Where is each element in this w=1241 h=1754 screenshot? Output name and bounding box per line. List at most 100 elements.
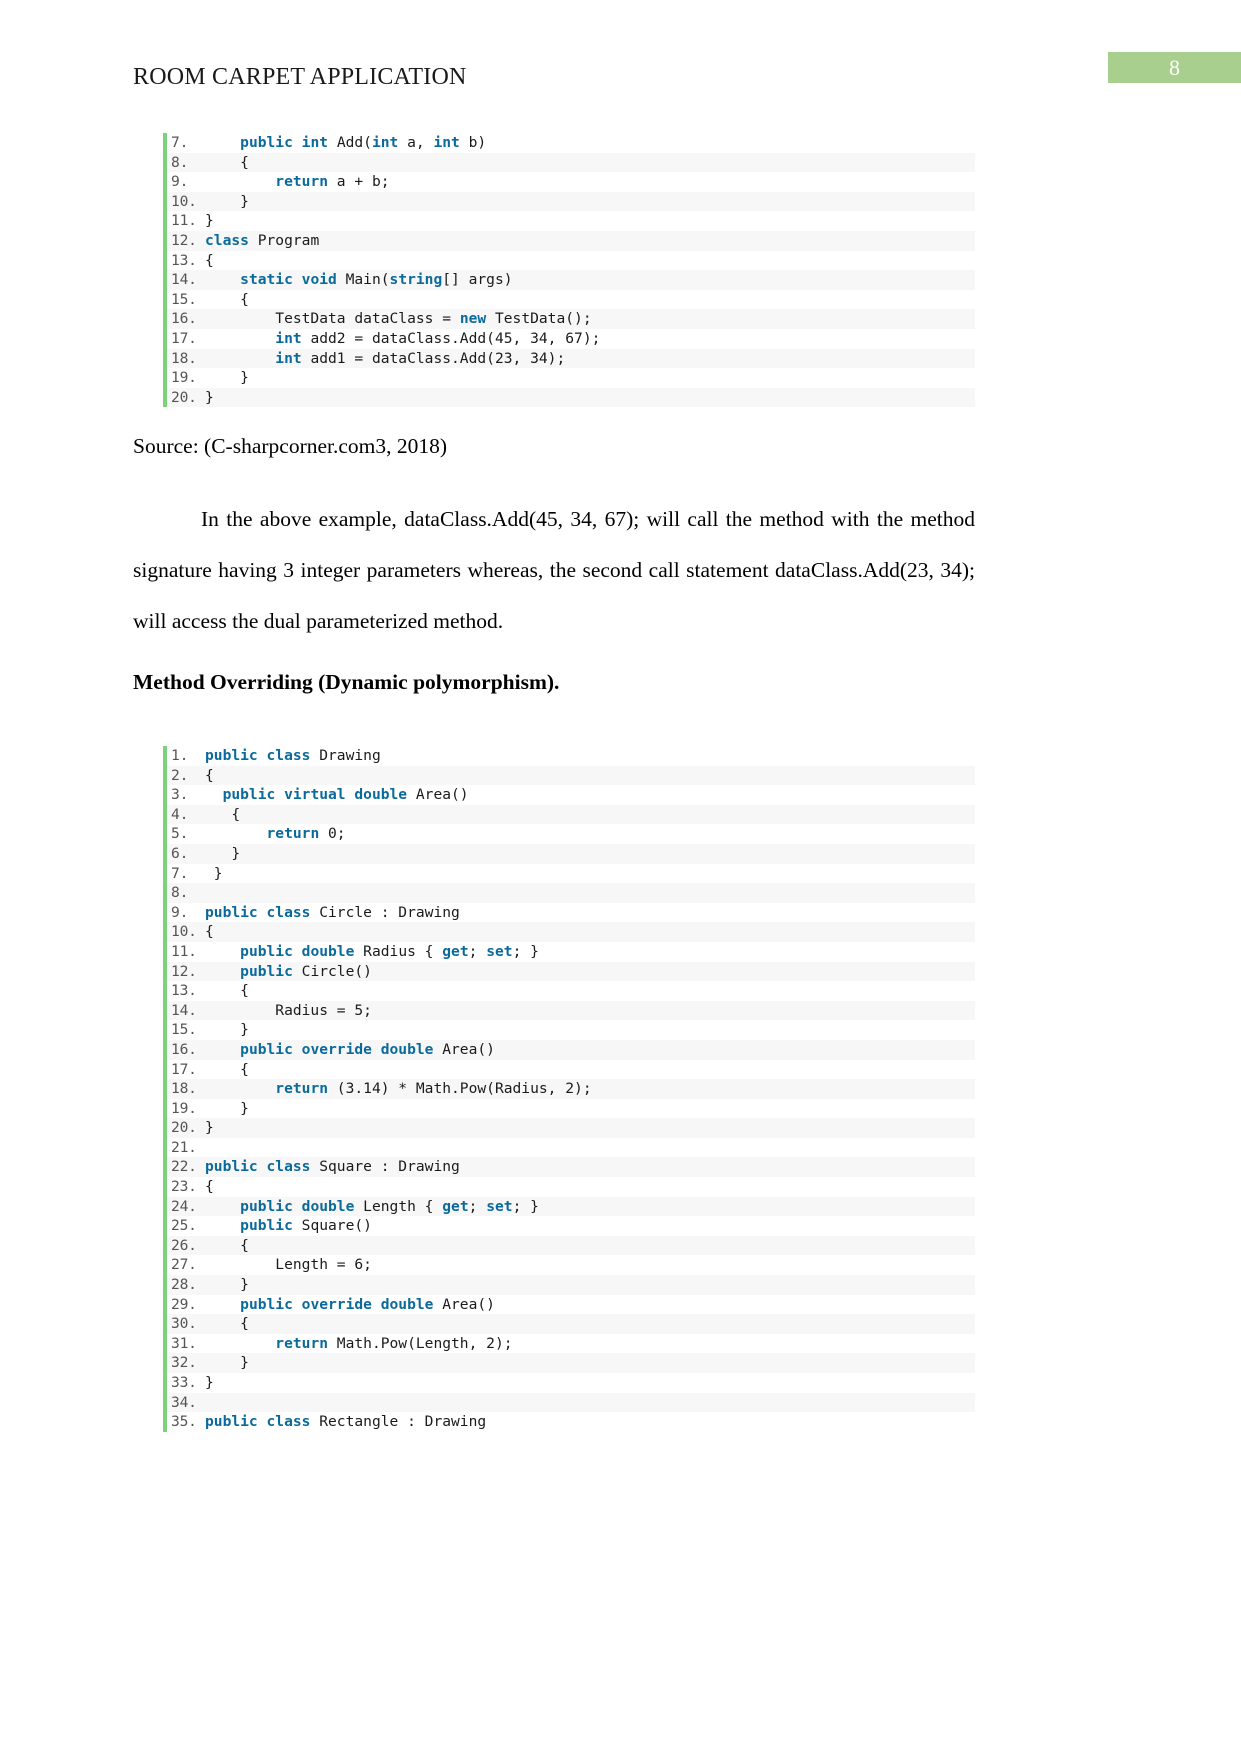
code-line: 10. } [167,191,975,212]
code-line: 32. } [167,1353,975,1373]
code-line-number: 14. [171,271,197,289]
code-line-number: 29. [171,1295,197,1313]
code-line-text: { [205,290,249,310]
code-text-span: { [205,982,249,1000]
code-keyword: public double [240,1197,355,1215]
code-line-text: { [205,1060,249,1080]
code-line: 34. [167,1392,975,1413]
code-line: 17. { [167,1059,975,1080]
document-page: ROOM CARPET APPLICATION 8 7. public int … [0,0,1241,1754]
code-line-text: } [205,1099,249,1119]
paragraph-method-overloading-explanation: In the above example, dataClass.Add(45, … [133,507,975,633]
code-line-text: public virtual double Area() [205,785,469,805]
code-line-number: 8. [171,153,189,171]
code-line: 18. int add1 = dataClass.Add(23, 34); [167,348,975,369]
code-keyword: static void [240,271,337,289]
code-line-number: 30. [171,1315,197,1333]
code-keyword: string [389,271,443,289]
code-line: 35. public class Rectangle : Drawing [167,1412,975,1432]
code-text-span: (3.14) * Math.Pow(Radius, 2); [328,1080,592,1098]
code-line: 13. { [167,250,975,271]
code-line: 2. { [167,765,975,786]
code-text-span: } [205,369,249,387]
code-line-text: { [205,981,249,1001]
code-line-number: 17. [171,329,197,347]
source-caption: Source: (C-sharpcorner.com3, 2018) [133,434,448,458]
code-line-number: 1. [171,747,189,764]
code-keyword: return [275,173,329,191]
code-text-span: Main( [336,271,390,289]
code-line-text: { [205,1314,249,1334]
code-line-number: 17. [171,1060,197,1078]
code-line-number: 19. [171,369,197,387]
code-text-span: Program [248,231,320,249]
code-line: 8. [167,883,975,903]
code-line: 13. { [167,981,975,1001]
code-line: 18. return (3.14) * Math.Pow(Radius, 2); [167,1079,975,1099]
code-line-text: { [205,1177,214,1197]
code-line: 19. } [167,368,975,388]
code-line-text: } [205,1353,249,1373]
code-text-span: } [205,1374,214,1391]
code-keyword: class [205,231,249,249]
code-line-text: Radius = 5; [205,1001,372,1021]
code-line-number: 15. [171,290,197,308]
code-text-span: } [205,192,249,210]
code-line-number: 13. [171,982,197,1000]
page-number-label: 8 [1169,54,1180,80]
code-text-span [205,1198,240,1215]
code-line-text: } [205,864,223,884]
code-line: 28. } [167,1275,975,1295]
code-line: 17. int add2 = dataClass.Add(45, 34, 67)… [167,328,975,349]
code-line: 7. } [167,863,975,884]
code-line-text: { [205,922,214,942]
code-keyword: public override double [240,1295,434,1313]
code-text-span [205,173,275,190]
code-text-span: { [205,805,241,823]
code-text-span: b) [459,134,487,151]
code-text-span: a, [398,134,434,151]
code-line-number: 21. [171,1138,197,1156]
code-text-span: Length = 6; [205,1256,372,1274]
code-line-number: 7. [171,864,189,882]
code-line: 11. public double Radius { get; set; } [167,941,975,962]
code-line-number: 31. [171,1334,197,1352]
code-line-number: 25. [171,1217,197,1235]
code-keyword: int [275,329,302,347]
code-text-span [205,963,240,980]
code-keyword: public class [205,1158,311,1176]
code-line: 11.} [167,211,975,231]
code-text-span [205,943,240,960]
code-text-span: Radius { [354,942,443,960]
code-line: 22. public class Square : Drawing [167,1157,975,1178]
code-text-span [205,271,240,288]
code-text-span: { [205,1060,249,1078]
code-line-text: } [205,211,214,231]
code-line-text: } [205,1275,249,1295]
code-text-span [205,786,223,803]
code-line-text: public override double Area() [205,1040,495,1060]
code-keyword: new [459,310,487,328]
code-text-span: { [205,290,249,308]
code-line-text: } [205,1118,214,1138]
code-text-span: Circle() [292,962,372,980]
code-text-span: ; } [512,1197,539,1215]
code-text-span: } [205,388,214,406]
code-line-number: 16. [171,310,197,328]
code-block-method-overriding: 1. public class Drawing 2. {3. public virtu… [163,746,975,1432]
page-header: ROOM CARPET APPLICATION 8 [0,52,1241,104]
code-line-number: 8. [171,884,189,902]
code-line-text: public Square() [205,1216,372,1236]
code-keyword: public [240,1217,293,1235]
code-line-number: 6. [171,844,189,862]
code-line: 30. { [167,1314,975,1334]
code-text-span: Square() [292,1217,372,1235]
code-text-span [205,134,240,151]
code-line-text: static void Main(string[] args) [205,270,512,290]
code-text-span [205,1296,240,1313]
code-line: 26. { [167,1235,975,1256]
code-text-span: add2 = dataClass.Add(45, 34, 67); [301,329,601,347]
code-line-text: { [205,1236,249,1256]
code-line-number: 15. [171,1021,197,1039]
code-text-span: { [205,1315,249,1333]
